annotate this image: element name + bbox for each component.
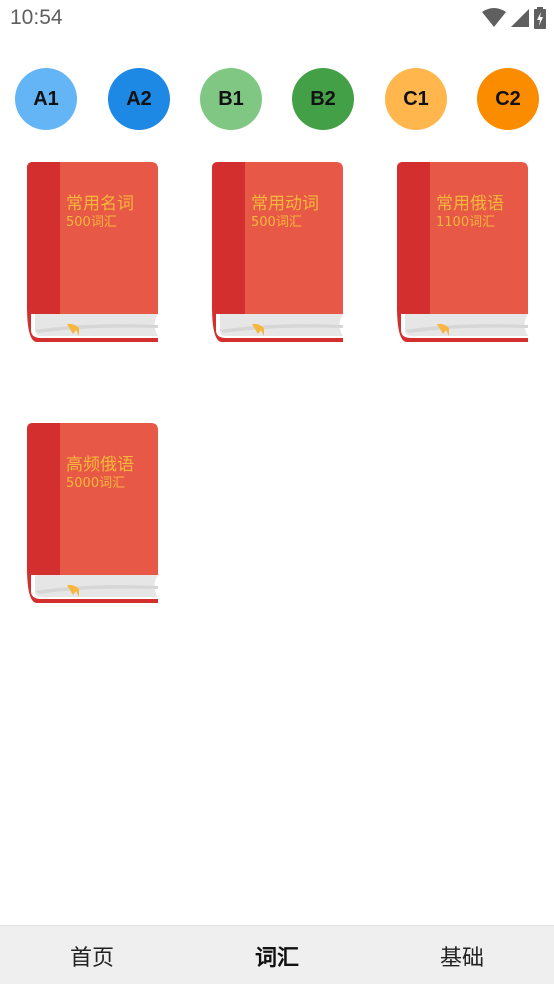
book-word-count: 500词汇	[66, 215, 117, 230]
nav-home-tab[interactable]: 首页	[0, 926, 184, 984]
nav-vocabulary-tab[interactable]: 词汇	[185, 926, 369, 984]
level-a2-button[interactable]: A2	[108, 68, 170, 130]
level-c1-button[interactable]: C1	[385, 68, 447, 130]
level-b2-button[interactable]: B2	[292, 68, 354, 130]
level-c1-label: C1	[403, 87, 429, 110]
level-selector: A1 A2 B1 B2 C1 C2	[0, 68, 554, 130]
book-common-russian[interactable]: 常用俄语 1100词汇	[397, 162, 528, 342]
book-word-count: 500词汇	[251, 215, 302, 230]
cell-signal-icon	[511, 9, 529, 27]
level-a2-label: A2	[126, 87, 152, 110]
wifi-icon	[482, 8, 506, 27]
level-a1-button[interactable]: A1	[15, 68, 77, 130]
level-c2-label: C2	[495, 87, 521, 110]
vocabulary-screen: 10:54 A1 A2 B1 B2 C1 C2 常用名词 500词汇 常用动词 …	[0, 0, 554, 984]
bottom-navigation: 首页 词汇 基础	[0, 925, 554, 984]
level-c2-button[interactable]: C2	[477, 68, 539, 130]
book-verbs[interactable]: 常用动词 500词汇	[212, 162, 343, 342]
level-b1-button[interactable]: B1	[200, 68, 262, 130]
level-a1-label: A1	[33, 87, 59, 110]
book-high-frequency-russian[interactable]: 高频俄语 5000词汇	[27, 423, 158, 603]
nav-basics-tab[interactable]: 基础	[370, 926, 554, 984]
level-b2-label: B2	[310, 87, 336, 110]
book-word-count: 5000词汇	[66, 476, 126, 491]
battery-charging-icon	[534, 7, 546, 29]
status-time: 10:54	[10, 6, 63, 29]
status-bar: 10:54	[0, 0, 554, 38]
book-nouns[interactable]: 常用名词 500词汇	[27, 162, 158, 342]
status-icons	[482, 7, 546, 29]
book-word-count: 1100词汇	[436, 215, 496, 230]
level-b1-label: B1	[218, 87, 244, 110]
